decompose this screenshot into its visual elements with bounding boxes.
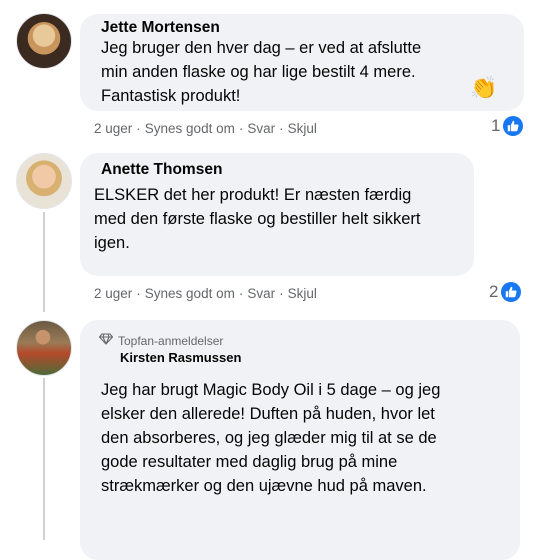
comment-text-line: Fantastisk produkt! <box>101 87 241 105</box>
reaction-summary[interactable]: 2 <box>489 282 522 302</box>
comment-timestamp[interactable]: 2 uger <box>94 286 132 301</box>
comment-text-line: igen. <box>94 234 130 252</box>
comment-text-line: ELSKER det her produkt! Er næsten færdig <box>94 186 412 204</box>
reaction-count: 1 <box>491 116 501 135</box>
thumbs-up-icon <box>501 282 522 302</box>
reply-link[interactable]: Svar <box>247 286 275 301</box>
comment-text-line: gode resultater med daglig brug på mine <box>101 453 398 471</box>
comment-author[interactable]: Jette Mortensen <box>101 19 220 37</box>
comment-text-line: min anden flaske og har lige bestilt 4 m… <box>101 63 416 81</box>
clap-emoji: 👏 <box>470 75 498 100</box>
thread-line <box>43 212 45 312</box>
comment-text-line: Jeg har brugt Magic Body Oil i 5 dage – … <box>101 381 441 399</box>
comment-timestamp[interactable]: 2 uger <box>94 121 132 136</box>
comment-text-line: elsker den allerede! Duften på huden, hv… <box>101 405 435 423</box>
top-fan-badge[interactable]: Topfan-anmeldelser <box>98 333 224 348</box>
thread-line <box>43 378 45 540</box>
like-link[interactable]: Synes godt om <box>145 286 235 301</box>
comment-author[interactable]: Kirsten Rasmussen <box>120 350 241 365</box>
like-link[interactable]: Synes godt om <box>145 121 235 136</box>
reaction-summary[interactable]: 1 <box>491 116 524 136</box>
badge-label: Topfan-anmeldelser <box>118 333 224 348</box>
comment-actions: 2 uger · Synes godt om · Svar · Skjul <box>94 121 317 136</box>
diamond-icon <box>98 333 114 348</box>
comment-actions: 2 uger · Synes godt om · Svar · Skjul <box>94 286 317 301</box>
hide-link[interactable]: Skjul <box>288 121 317 136</box>
thumbs-up-icon <box>503 116 524 136</box>
avatar[interactable] <box>16 320 72 376</box>
comment-text-line: strækmærker og den ujævne hud på maven. <box>101 477 427 495</box>
reaction-count: 2 <box>489 282 499 301</box>
comment-text-line: med den første flaske og bestiller helt … <box>94 210 421 228</box>
comment-text-line: Jeg bruger den hver dag – er ved at afsl… <box>101 39 422 57</box>
avatar[interactable] <box>16 13 72 69</box>
avatar[interactable] <box>16 153 72 209</box>
hide-link[interactable]: Skjul <box>288 286 317 301</box>
reply-link[interactable]: Svar <box>247 121 275 136</box>
comment-text-line: den absorberes, og jeg glæder mig til at… <box>101 429 437 447</box>
comment-author[interactable]: Anette Thomsen <box>101 161 222 179</box>
